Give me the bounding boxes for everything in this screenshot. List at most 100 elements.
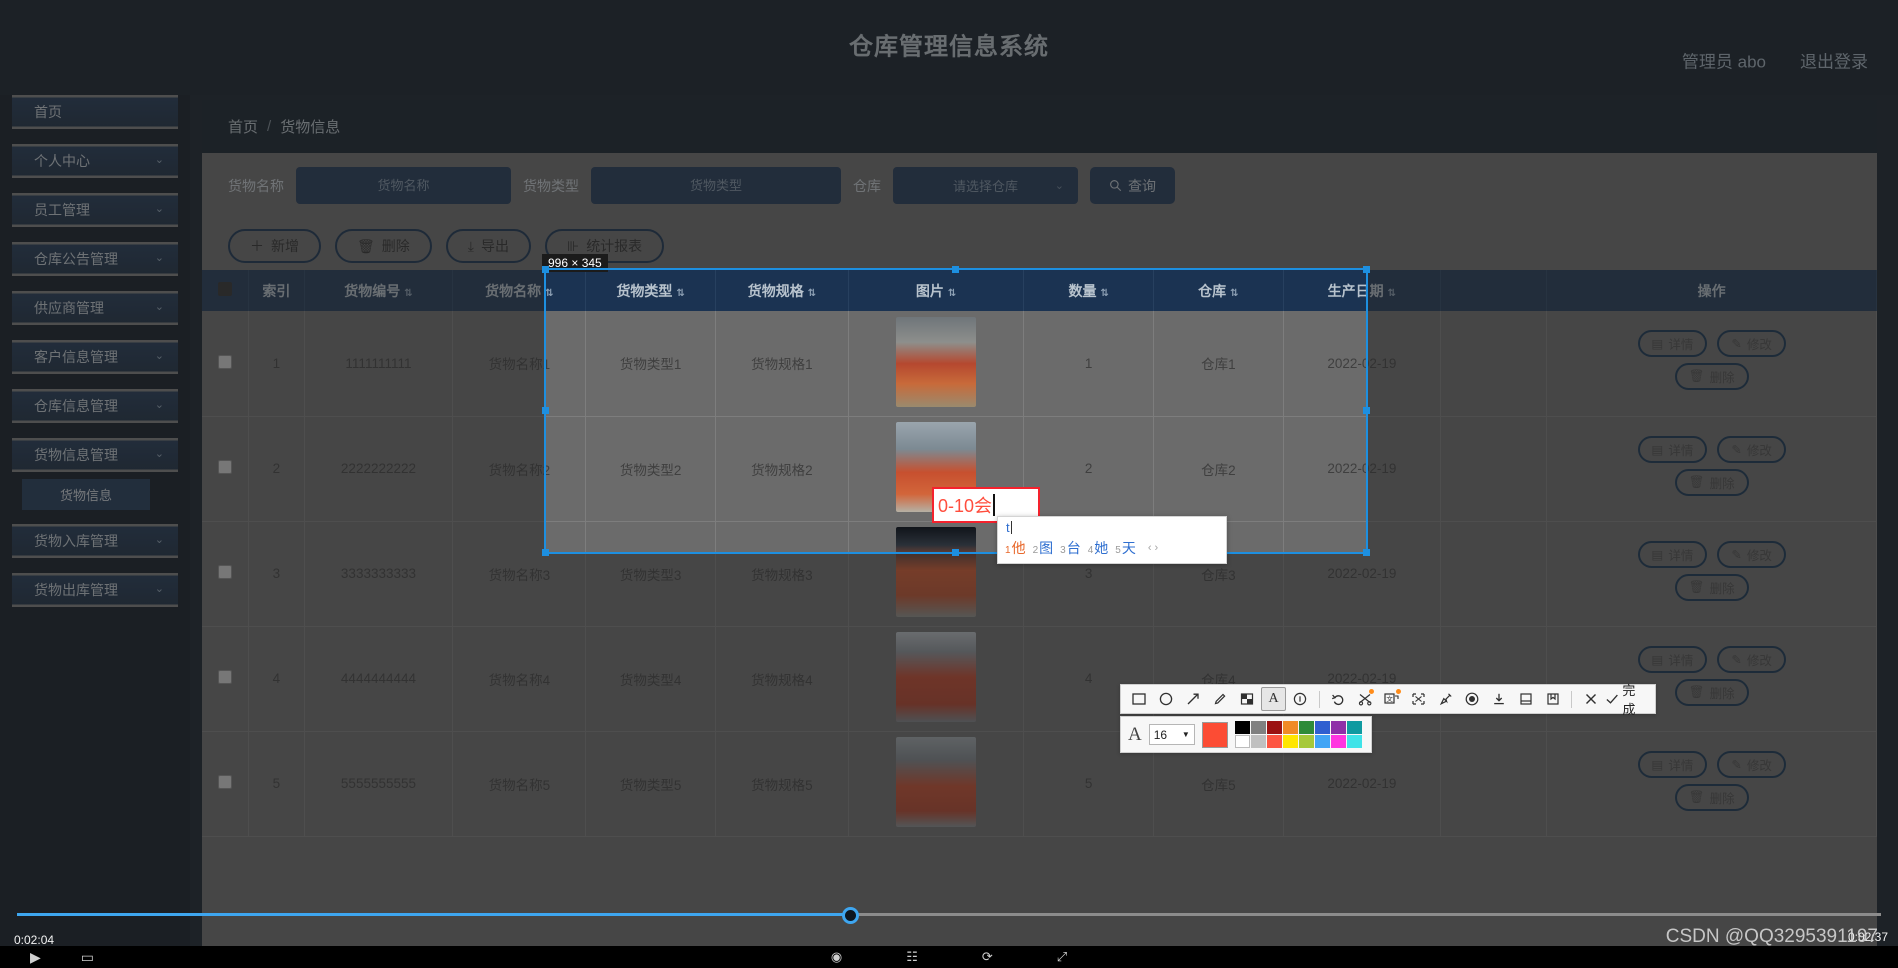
ime-pager-next[interactable]: › xyxy=(1154,542,1161,554)
col-image[interactable]: 图片 ⇅ xyxy=(848,270,1025,311)
row-delete-button[interactable]: 🗑 删除 xyxy=(1674,468,1749,496)
row-checkbox-cell[interactable] xyxy=(202,416,250,522)
breadcrumb-home[interactable]: 首页 xyxy=(228,116,258,137)
row-checkbox-cell[interactable] xyxy=(202,521,250,627)
color-swatch[interactable] xyxy=(1298,735,1314,748)
download-icon[interactable] xyxy=(1487,687,1512,711)
mosaic-icon[interactable] xyxy=(1234,687,1259,711)
col-qty[interactable]: 数量 ⇅ xyxy=(1023,270,1154,311)
progress-track[interactable] xyxy=(17,907,1881,924)
sort-icon[interactable]: ⇅ xyxy=(545,288,553,299)
edit-button[interactable]: ✎ 修改 xyxy=(1717,645,1786,673)
sidebar-item-notice-management[interactable]: 仓库公告管理 ⌄ xyxy=(12,242,178,276)
pin-icon[interactable] xyxy=(1433,687,1458,711)
ime-candidate-1[interactable]: 1他 xyxy=(1005,538,1026,558)
pencil-icon[interactable] xyxy=(1207,687,1232,711)
row-checkbox[interactable] xyxy=(218,460,233,474)
ime-candidate-window[interactable]: t 1他 2图 3台 4她 5天 ‹› xyxy=(997,516,1227,564)
color-swatch[interactable] xyxy=(1282,721,1298,734)
col-spec[interactable]: 货物规格 ⇅ xyxy=(715,270,849,311)
sidebar-item-warehouse-management[interactable]: 仓库信息管理 ⌄ xyxy=(12,389,178,423)
sort-icon[interactable]: ⇅ xyxy=(948,288,956,299)
goods-thumbnail[interactable] xyxy=(896,316,977,407)
color-swatch[interactable] xyxy=(1298,721,1314,734)
goods-thumbnail[interactable] xyxy=(896,737,977,827)
sort-icon[interactable]: ⇅ xyxy=(1388,288,1396,299)
ime-pager[interactable]: ‹› xyxy=(1148,542,1161,554)
delete-button[interactable]: 🗑 删除 xyxy=(335,229,432,263)
detail-button[interactable]: ▤ 详情 xyxy=(1637,645,1708,673)
row-delete-button[interactable]: 🗑 删除 xyxy=(1674,783,1749,811)
detail-button[interactable]: ▤ 详情 xyxy=(1637,330,1708,358)
progress-knob[interactable] xyxy=(842,907,860,924)
sidebar-item-employee-management[interactable]: 员工管理 ⌄ xyxy=(12,193,178,227)
rectangle-icon[interactable] xyxy=(1127,687,1152,711)
undo-icon[interactable] xyxy=(1326,687,1351,711)
current-color-swatch[interactable] xyxy=(1201,721,1228,748)
logout-button[interactable]: 退出登录 xyxy=(1800,48,1868,73)
speed-icon[interactable]: ⟳ xyxy=(982,949,993,965)
color-swatch[interactable] xyxy=(1250,735,1266,748)
sort-icon[interactable]: ⇅ xyxy=(404,288,412,299)
goods-name-input[interactable] xyxy=(296,167,511,204)
color-swatch[interactable] xyxy=(1266,735,1282,748)
row-checkbox[interactable] xyxy=(218,565,233,579)
color-swatch[interactable] xyxy=(1330,721,1346,734)
volume-icon[interactable]: ◉ xyxy=(831,949,842,965)
add-button[interactable]: ＋ 新增 xyxy=(228,229,321,263)
color-swatch[interactable] xyxy=(1266,721,1282,734)
row-checkbox-cell[interactable] xyxy=(202,626,250,732)
goods-thumbnail[interactable] xyxy=(896,632,977,722)
sidebar-item-customer-management[interactable]: 客户信息管理 ⌄ xyxy=(12,340,178,374)
color-swatch[interactable] xyxy=(1346,721,1362,734)
ime-candidate-5[interactable]: 5天 xyxy=(1115,538,1136,558)
row-checkbox[interactable] xyxy=(218,670,233,684)
col-date[interactable]: 生产日期 ⇅ xyxy=(1283,270,1442,311)
col-name[interactable]: 货物名称 ⇅ xyxy=(452,270,587,311)
save-icon[interactable] xyxy=(1514,687,1539,711)
sidebar-item-outbound-management[interactable]: 货物出库管理 ⌄ xyxy=(12,573,178,607)
record-icon[interactable] xyxy=(1460,687,1485,711)
detail-button[interactable]: ▤ 详情 xyxy=(1637,540,1708,568)
select-all-header[interactable] xyxy=(202,270,250,311)
sort-icon[interactable]: ⇅ xyxy=(1230,288,1238,299)
export-button[interactable]: ⤓ 导出 xyxy=(445,229,531,263)
color-swatch[interactable] xyxy=(1330,735,1346,748)
shape-recognize-icon[interactable] xyxy=(1406,687,1431,711)
row-delete-button[interactable]: 🗑 删除 xyxy=(1674,363,1749,391)
cut-icon[interactable] xyxy=(1353,687,1378,711)
ime-candidate-4[interactable]: 4她 xyxy=(1088,538,1109,558)
select-all-checkbox[interactable] xyxy=(218,282,233,296)
ocr-icon[interactable]: 文 xyxy=(1379,687,1404,711)
arrow-icon[interactable] xyxy=(1181,687,1206,711)
warehouse-select[interactable]: 请选择仓库 ⌄ xyxy=(893,167,1078,204)
query-button[interactable]: 查询 xyxy=(1090,167,1175,204)
edit-button[interactable]: ✎ 修改 xyxy=(1717,750,1786,778)
goods-type-input[interactable] xyxy=(591,167,841,204)
color-swatch[interactable] xyxy=(1234,735,1250,748)
sidebar-item-personal-center[interactable]: 个人中心 ⌄ xyxy=(12,144,178,178)
font-size-select[interactable]: 16 ▼ xyxy=(1148,724,1195,745)
edit-button[interactable]: ✎ 修改 xyxy=(1717,435,1786,463)
sort-icon[interactable]: ⇅ xyxy=(1100,288,1108,299)
ime-candidate-3[interactable]: 3台 xyxy=(1060,538,1081,558)
sidebar-item-goods-management[interactable]: 货物信息管理 ⌄ xyxy=(12,438,178,472)
ellipse-icon[interactable] xyxy=(1154,687,1179,711)
close-icon[interactable] xyxy=(1578,687,1603,711)
video-progress-bar[interactable] xyxy=(0,904,1898,924)
color-swatch[interactable] xyxy=(1234,721,1250,734)
color-swatch[interactable] xyxy=(1250,721,1266,734)
col-warehouse[interactable]: 仓库 ⇅ xyxy=(1153,270,1284,311)
detail-button[interactable]: ▤ 详情 xyxy=(1637,435,1708,463)
edit-button[interactable]: ✎ 修改 xyxy=(1717,540,1786,568)
sort-icon[interactable]: ⇅ xyxy=(676,288,684,299)
detail-button[interactable]: ▤ 详情 xyxy=(1637,750,1708,778)
edit-button[interactable]: ✎ 修改 xyxy=(1717,330,1786,358)
settings-icon[interactable]: ☷ xyxy=(906,949,918,965)
sidebar-item-supplier-management[interactable]: 供应商管理 ⌄ xyxy=(12,291,178,325)
ime-candidate-2[interactable]: 2图 xyxy=(1033,538,1054,558)
sort-icon[interactable]: ⇅ xyxy=(808,288,816,299)
row-checkbox[interactable] xyxy=(218,354,233,369)
expand-icon[interactable]: ⤢ xyxy=(1057,949,1067,965)
color-swatch[interactable] xyxy=(1314,735,1330,748)
